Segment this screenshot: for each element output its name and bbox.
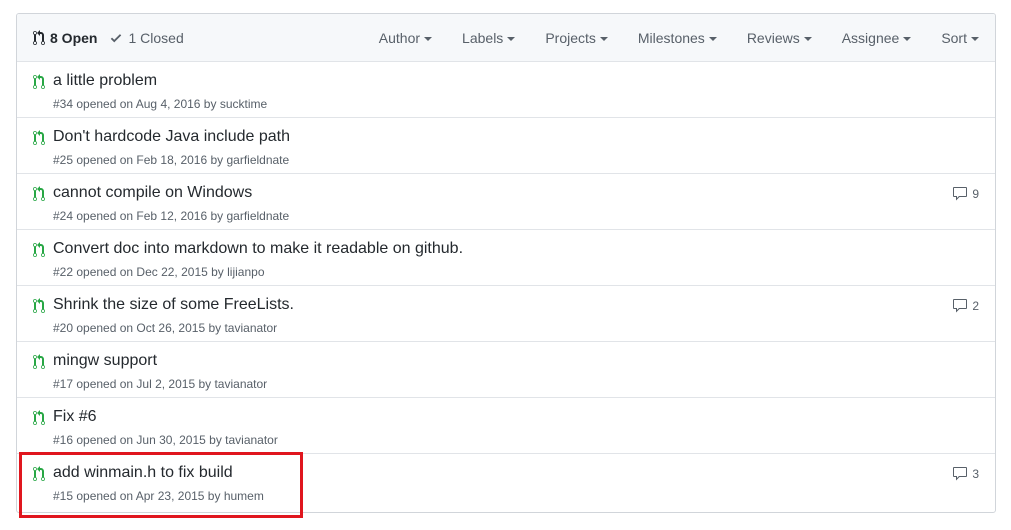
pull-request-title[interactable]: cannot compile on Windows: [53, 184, 252, 202]
list-header: 8 Open 1 Closed Author Labels Projects M…: [17, 14, 995, 62]
closed-count: 1 Closed: [128, 29, 184, 46]
projects-label: Projects: [545, 29, 596, 46]
caret-down-icon: [424, 36, 433, 41]
pull-request-title[interactable]: a little problem: [53, 72, 157, 90]
caret-down-icon: [708, 36, 717, 41]
comments-link[interactable]: 9: [952, 186, 979, 202]
author-label: Author: [378, 29, 421, 46]
pull-request-row: Fix #6 #16 opened on Jun 30, 2015 by tavi…: [17, 398, 995, 454]
state-toggle: 8 Open 1 Closed: [33, 29, 196, 46]
milestones-dropdown[interactable]: Milestones: [638, 30, 717, 46]
reviews-dropdown[interactable]: Reviews: [747, 30, 812, 46]
open-pull-request-icon: [33, 354, 45, 369]
pull-request-row: add winmain.h to fix build #15 opened on …: [17, 454, 995, 510]
pull-request-rows: a little problem #34 opened on Aug 4, 201…: [17, 62, 995, 510]
open-pull-request-icon: [33, 298, 45, 313]
pull-request-row: cannot compile on Windows #24 opened on F…: [17, 174, 995, 230]
pull-request-title[interactable]: Convert doc into markdown to make it rea…: [53, 240, 463, 258]
filter-bar: Author Labels Projects Milestones Review…: [379, 30, 979, 46]
pull-request-icon: [33, 29, 45, 45]
pull-request-row: a little problem #34 opened on Aug 4, 201…: [17, 62, 995, 118]
caret-down-icon: [599, 36, 608, 41]
open-pull-request-icon: [33, 410, 45, 425]
assignee-label: Assignee: [841, 29, 900, 46]
comments-link[interactable]: 3: [952, 466, 979, 482]
comment-icon: [953, 299, 968, 313]
assignee-dropdown[interactable]: Assignee: [842, 30, 912, 46]
open-count: 8 Open: [50, 29, 98, 46]
comment-count: 9: [972, 187, 979, 201]
pull-request-title[interactable]: Shrink the size of some FreeLists.: [53, 296, 294, 314]
pull-request-row: Shrink the size of some FreeLists. #20 op…: [17, 286, 995, 342]
pull-request-title[interactable]: Fix #6: [53, 408, 97, 426]
projects-dropdown[interactable]: Projects: [545, 30, 608, 46]
open-pull-request-icon: [33, 242, 45, 257]
pull-request-meta: #25 opened on Feb 18, 2016 by garfieldna…: [53, 153, 290, 167]
open-pull-request-icon: [33, 466, 45, 481]
open-filter[interactable]: 8 Open: [33, 29, 98, 46]
pull-request-meta: #16 opened on Jun 30, 2015 by tavianator: [53, 433, 278, 447]
sort-dropdown[interactable]: Sort: [941, 30, 979, 46]
pull-request-meta: #24 opened on Feb 12, 2016 by garfieldna…: [53, 209, 290, 223]
pull-request-meta: #20 opened on Oct 26, 2015 by tavianator: [53, 321, 278, 335]
pull-request-title[interactable]: mingw support: [53, 352, 157, 370]
pull-request-meta: #22 opened on Dec 22, 2015 by lijianpo: [53, 265, 265, 279]
pull-request-row: mingw support #17 opened on Jul 2, 2015 b…: [17, 342, 995, 398]
open-pull-request-icon: [33, 186, 45, 201]
comment-icon: [953, 467, 968, 481]
comment-count: 2: [972, 299, 979, 313]
milestones-label: Milestones: [637, 29, 705, 46]
comments-link[interactable]: 2: [952, 298, 979, 314]
caret-down-icon: [803, 36, 812, 41]
pull-request-row: Convert doc into markdown to make it rea…: [17, 230, 995, 286]
pull-request-row: Don't hardcode Java include path #25 open…: [17, 118, 995, 174]
pull-request-meta: #17 opened on Jul 2, 2015 by tavianator: [53, 377, 268, 391]
closed-filter[interactable]: 1 Closed: [109, 29, 184, 46]
author-dropdown[interactable]: Author: [378, 29, 433, 46]
reviews-label: Reviews: [746, 29, 800, 46]
labels-label: Labels: [462, 29, 504, 46]
comment-icon: [953, 187, 968, 201]
caret-down-icon: [971, 36, 979, 41]
pull-request-title[interactable]: add winmain.h to fix build: [53, 464, 233, 482]
pull-request-title[interactable]: Don't hardcode Java include path: [53, 128, 290, 146]
labels-dropdown[interactable]: Labels: [462, 29, 516, 46]
pull-request-list: 8 Open 1 Closed Author Labels Projects M…: [16, 13, 996, 513]
pull-request-meta: #15 opened on Apr 23, 2015 by humem: [53, 489, 264, 503]
caret-down-icon: [903, 36, 912, 41]
check-icon: [111, 33, 122, 42]
comment-count: 3: [972, 467, 979, 481]
caret-down-icon: [507, 36, 516, 41]
open-pull-request-icon: [33, 130, 45, 145]
sort-label: Sort: [941, 29, 967, 46]
pull-request-meta: #34 opened on Aug 4, 2016 by sucktime: [53, 97, 268, 111]
open-pull-request-icon: [33, 74, 45, 90]
